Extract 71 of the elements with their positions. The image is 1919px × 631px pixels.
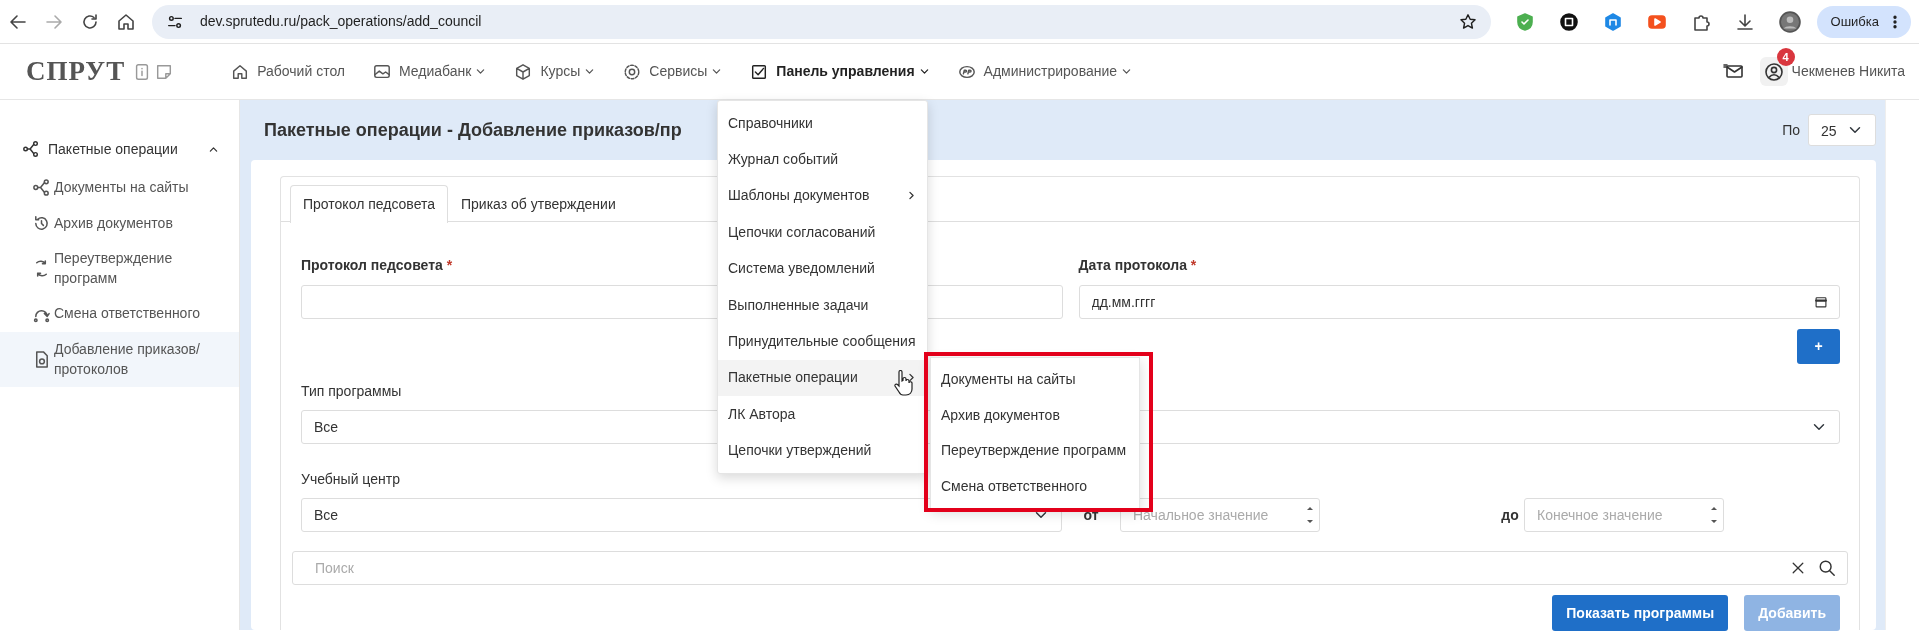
submenu-item[interactable]: Документы на сайты xyxy=(931,362,1139,398)
user-icon[interactable] xyxy=(1763,62,1784,83)
nav-menu-item[interactable]: Администрирование xyxy=(947,61,1143,82)
calendar-icon[interactable] xyxy=(1814,295,1828,309)
per-page-label: По xyxy=(1782,120,1800,140)
range-to-field[interactable]: Конечное значение xyxy=(1524,498,1724,532)
gear-icon xyxy=(623,62,642,81)
note-icon[interactable] xyxy=(155,62,174,81)
home-icon[interactable] xyxy=(116,11,136,32)
dropdown-item[interactable]: ЛК Автора xyxy=(718,396,927,433)
checkbox-icon xyxy=(750,62,769,81)
hand-cursor-icon xyxy=(893,370,913,396)
dropdown-item[interactable]: Справочники xyxy=(718,105,927,142)
profile-error-button[interactable]: Ошибка xyxy=(1816,5,1911,38)
search-field[interactable]: Поиск xyxy=(292,551,1848,585)
dropdown-item[interactable]: Принудительные сообщения xyxy=(718,323,927,360)
sidebar-item[interactable]: Архив документов xyxy=(0,205,239,242)
training-center-select[interactable]: Все xyxy=(301,498,1062,532)
nav-menu-item[interactable]: Курсы xyxy=(504,61,606,82)
shield-icon[interactable] xyxy=(1514,11,1535,32)
share-icon xyxy=(32,178,51,198)
spinner-icon[interactable] xyxy=(1710,506,1718,524)
sidebar-item[interactable]: Документы на сайты xyxy=(0,170,239,206)
home-icon xyxy=(231,62,250,81)
close-icon[interactable] xyxy=(1790,560,1806,576)
field-label: Дата протокола * xyxy=(1078,256,1197,275)
logo[interactable]: СПРУТ xyxy=(26,51,126,92)
dropdown-item[interactable]: Система уведомлений xyxy=(718,250,927,287)
dropdown-item[interactable]: Шаблоны документов xyxy=(718,177,927,215)
submenu-item[interactable]: Переутверждение программ xyxy=(931,433,1139,469)
sidebar-item[interactable]: Переутверждение программ xyxy=(0,241,239,297)
search-icon[interactable] xyxy=(1818,559,1836,577)
download-icon[interactable] xyxy=(1734,11,1755,32)
date-field[interactable]: дд.мм.гггг xyxy=(1078,285,1840,319)
submenu-item[interactable]: Архив документов xyxy=(931,397,1139,433)
reload-icon[interactable] xyxy=(80,11,100,32)
field-label: Тип программы xyxy=(301,382,402,401)
image-icon xyxy=(373,62,392,81)
spinner-icon[interactable] xyxy=(1306,506,1314,524)
dropdown-item[interactable]: Цепочки утверждений xyxy=(718,432,927,469)
range-label: до xyxy=(1500,505,1520,525)
nav-menu-item[interactable]: Панель управления xyxy=(740,61,940,82)
dropdown-item[interactable]: Цепочки согласований xyxy=(718,214,927,251)
dropdown-item[interactable]: Пакетные операции xyxy=(718,359,927,397)
history-icon xyxy=(32,213,51,233)
nav-menu-item[interactable]: Сервисы xyxy=(613,61,733,82)
dropdown-item[interactable]: Журнал событий xyxy=(718,141,927,178)
avatar-icon[interactable] xyxy=(1778,10,1801,33)
range-label: от xyxy=(1082,505,1100,525)
nav-menu-item[interactable]: Рабочий стол xyxy=(221,61,356,82)
url-text: dev.sprutedu.ru/pack_operations/add_council xyxy=(200,12,483,31)
star-icon[interactable] xyxy=(1458,12,1477,31)
tab[interactable]: Протокол педсовета xyxy=(290,185,448,223)
per-page-select[interactable]: 25 xyxy=(1808,114,1876,146)
nav-menu-item[interactable]: Медиабанк xyxy=(363,61,497,82)
page-title: Пакетные операции - Добавление приказов/пр xyxy=(264,118,682,142)
add-button[interactable]: + xyxy=(1797,329,1840,364)
cube-icon xyxy=(514,62,533,81)
sidebar-group[interactable]: Пакетные операции xyxy=(0,136,239,162)
notification-badge: 4 xyxy=(1776,47,1795,66)
share-icon xyxy=(22,140,40,158)
range-from-field[interactable]: Начальное значение xyxy=(1120,498,1320,532)
field-label: Протокол педсовета * xyxy=(301,256,453,275)
sidebar-item[interactable]: Смена ответственного xyxy=(0,296,239,332)
address-bar[interactable]: dev.sprutedu.ru/pack_operations/add_council xyxy=(152,4,1491,39)
field-label: Учебный центр xyxy=(301,470,400,489)
show-programs-button[interactable]: Показать программы xyxy=(1552,595,1729,631)
extension-icon[interactable] xyxy=(1558,11,1579,32)
dropdown-item[interactable]: Выполненные задачи xyxy=(718,286,927,324)
tab[interactable]: Приказ об утверждении xyxy=(448,185,629,222)
sidebar-item[interactable]: Добавление приказов/ протоколов xyxy=(0,331,239,388)
